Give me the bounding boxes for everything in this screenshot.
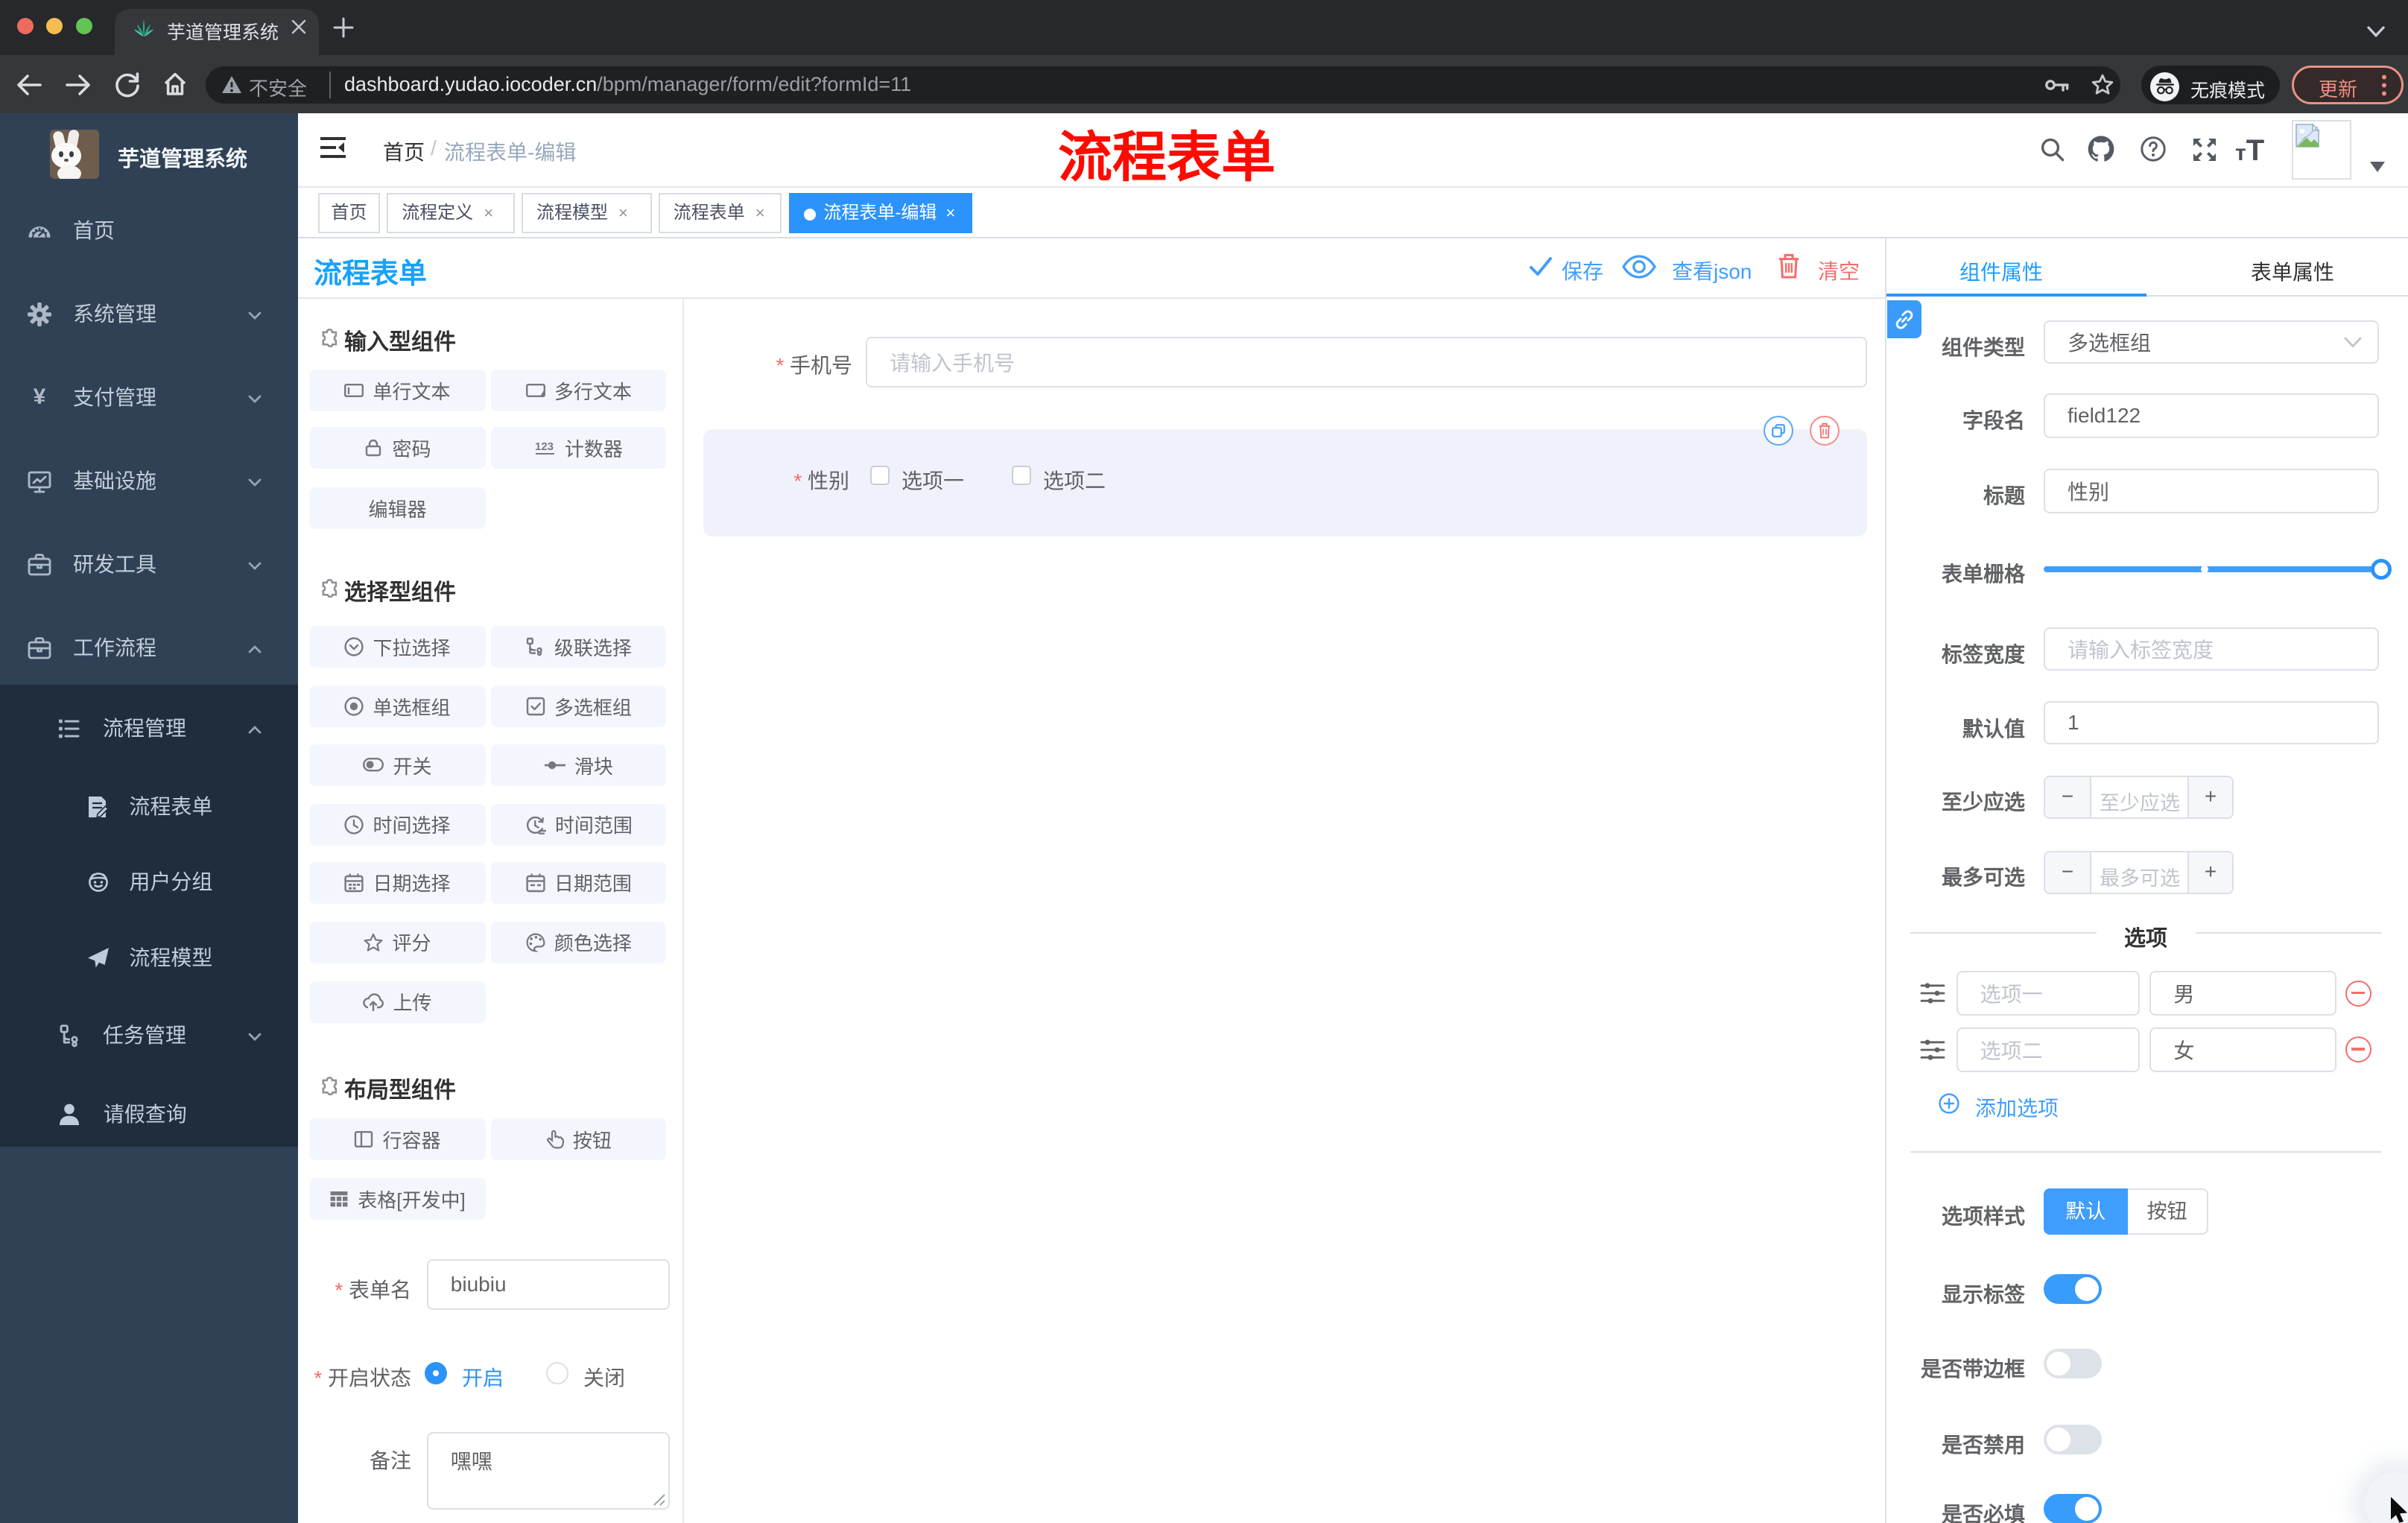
svg-text:123: 123 bbox=[535, 440, 554, 453]
